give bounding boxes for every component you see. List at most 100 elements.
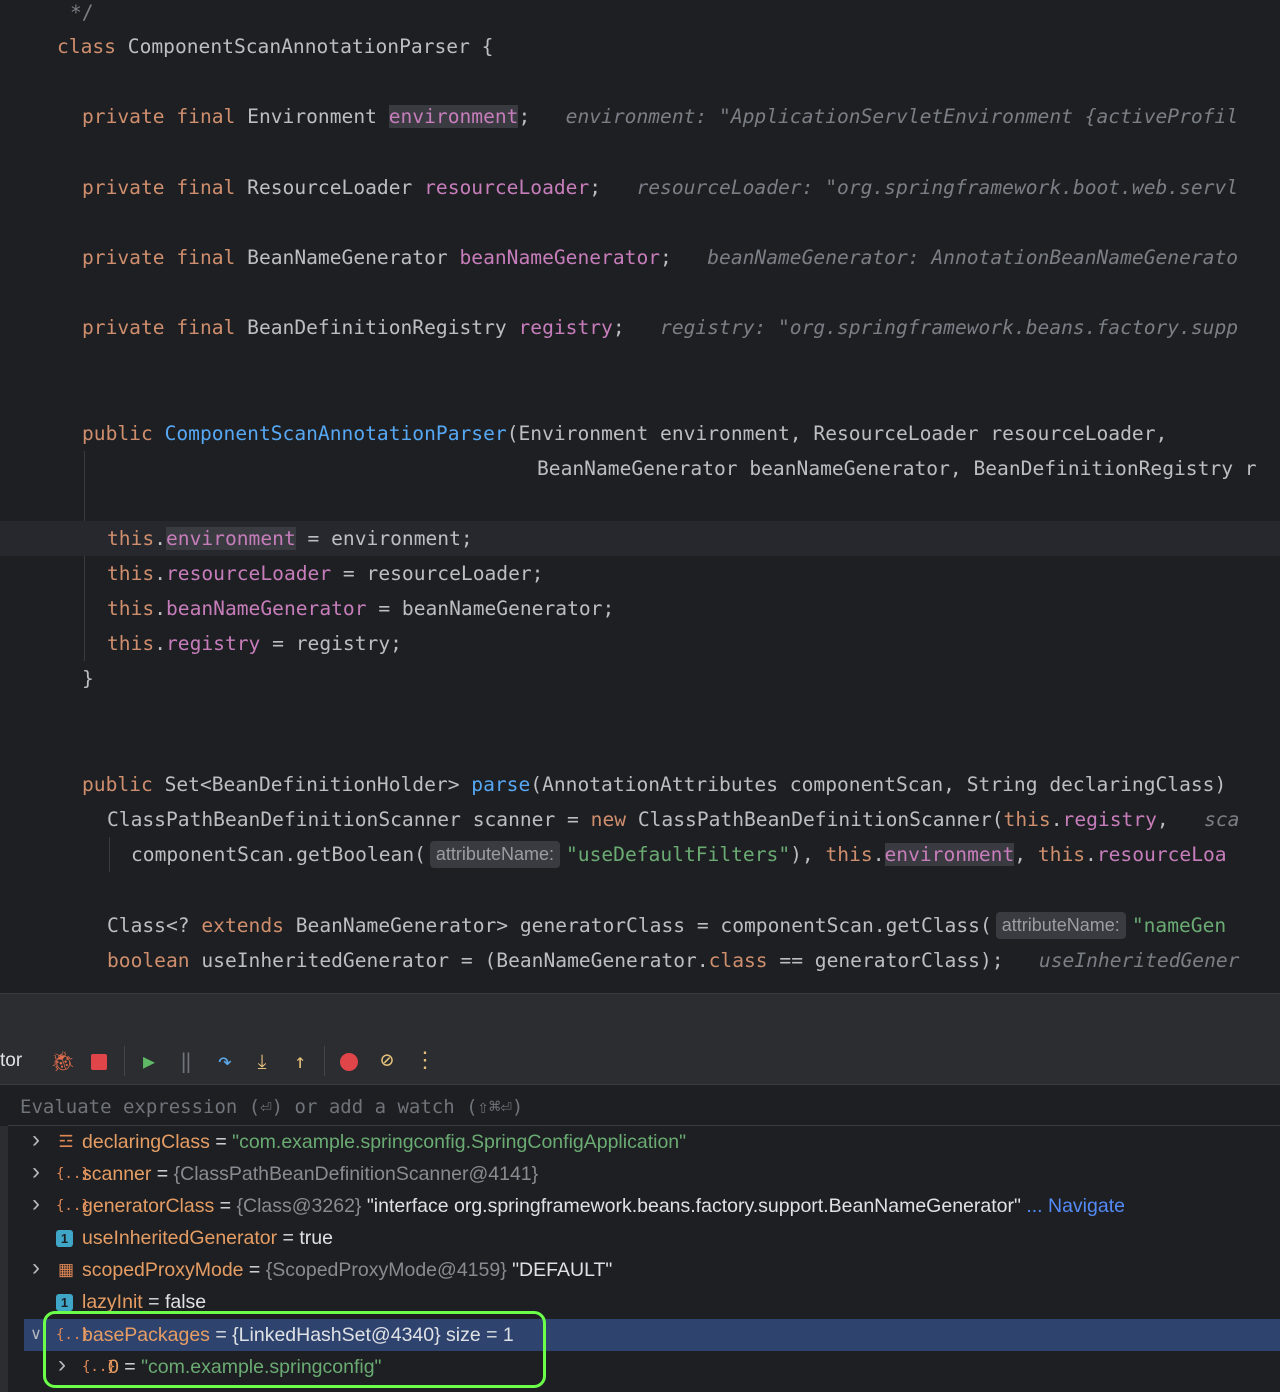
variable-value: true <box>299 1227 333 1249</box>
variable-equals: = <box>209 1131 233 1153</box>
variable-name: declaringClass <box>82 1131 210 1153</box>
code-line[interactable]: private final Environment environment; e… <box>82 99 1238 134</box>
variable-row[interactable]: 1 lazyInit = false <box>0 1286 1280 1318</box>
variable-text: useInheritedGenerator = true <box>82 1222 333 1254</box>
variable-text: scanner = {ClassPathBeanDefinitionScanne… <box>82 1158 538 1190</box>
object-icon: {..} <box>82 1359 116 1375</box>
code-editor[interactable]: */ class ComponentScanAnnotationParser {p… <box>0 0 1280 993</box>
code-token: this <box>107 527 155 550</box>
variable-equals: = <box>151 1163 174 1185</box>
indent-guide <box>84 451 85 661</box>
inline-debug-value: registry: "org.springframework.beans.fac… <box>624 316 1239 339</box>
code-token: extends <box>201 914 296 937</box>
step-out-button[interactable]: ↑ <box>287 1048 313 1074</box>
variable-row[interactable]: › {..} scanner = {ClassPathBeanDefinitionS… <box>0 1158 1280 1190</box>
pause-button[interactable]: ‖ <box>173 1048 199 1074</box>
code-line[interactable]: this.resourceLoader = resourceLoader; <box>107 556 543 591</box>
code-line[interactable]: public ComponentScanAnnotationParser(Env… <box>82 416 1167 451</box>
debug-tab-label[interactable]: tor <box>0 1050 22 1072</box>
variable-name: generatorClass <box>82 1195 215 1217</box>
code-line[interactable]: class ComponentScanAnnotationParser { <box>57 29 493 64</box>
code-token: (AnnotationAttributes componentScan, Str… <box>530 773 1227 796</box>
code-line[interactable]: componentScan.getBoolean(attributeName: "… <box>131 837 1227 872</box>
code-token: resourceLoader <box>424 176 590 199</box>
chevron-right-icon[interactable]: › <box>28 1126 44 1156</box>
variable-equals: = <box>214 1195 237 1217</box>
step-out-icon: ↑ <box>293 1049 307 1073</box>
editor-gutter[interactable] <box>0 0 50 993</box>
mute-breakpoints-button[interactable]: ⊘ <box>374 1048 400 1074</box>
chevron-down-icon[interactable]: ∨ <box>28 1319 44 1351</box>
variable-text: declaringClass = "com.example.springconf… <box>82 1126 686 1158</box>
object-icon: {..} <box>56 1198 90 1214</box>
navigate-link[interactable]: ... Navigate <box>1021 1195 1125 1217</box>
variable-equals: = <box>243 1259 266 1281</box>
code-token: class <box>708 949 768 972</box>
code-line[interactable]: ClassPathBeanDefinitionScanner scanner =… <box>107 802 1239 837</box>
chevron-right-icon[interactable]: › <box>28 1188 44 1220</box>
chevron-right-icon[interactable]: › <box>28 1156 44 1188</box>
code-token: = resourceLoader; <box>331 562 544 585</box>
code-token: BeanNameGenerator <box>247 246 460 269</box>
code-line[interactable]: this.registry = registry; <box>107 626 402 661</box>
code-line[interactable]: public Set<BeanDefinitionHolder> parse(A… <box>82 767 1226 802</box>
variable-text: lazyInit = false <box>82 1286 206 1318</box>
code-line[interactable]: Class<? extends BeanNameGenerator> gener… <box>107 908 1226 943</box>
stop-button[interactable] <box>86 1048 112 1074</box>
code-line[interactable]: } <box>82 661 94 696</box>
variable-row[interactable]: › ☲ declaringClass = "com.example.springco… <box>0 1126 1280 1158</box>
code-token: = registry; <box>260 632 402 655</box>
variable-text: scopedProxyMode = {ScopedProxyMode@4159}… <box>82 1254 612 1286</box>
step-into-button[interactable]: ⤓ <box>249 1048 275 1074</box>
code-line[interactable]: boolean useInheritedGenerator = (BeanNam… <box>107 943 1239 978</box>
variable-value: {LinkedHashSet@4340} size = 1 <box>232 1324 514 1346</box>
view-breakpoints-button[interactable] <box>336 1048 362 1074</box>
chevron-right-icon[interactable]: › <box>54 1349 70 1381</box>
code-line-current[interactable]: this.environment = environment; <box>0 521 1280 556</box>
code-token: environment <box>884 843 1015 866</box>
code-token: this <box>825 843 873 866</box>
code-token: environment <box>165 527 296 550</box>
parameter-hint: attributeName: <box>429 841 560 868</box>
code-token: ComponentScanAnnotationParser { <box>127 35 494 58</box>
toolbar-separator <box>124 1046 125 1076</box>
code-token: BeanNameGenerator beanNameGenerator, Bea… <box>537 457 1257 480</box>
code-token: registry <box>1062 808 1157 831</box>
variable-text: basePackages = {LinkedHashSet@4340} size… <box>82 1319 514 1351</box>
code-line[interactable]: private final ResourceLoader resourceLoa… <box>82 170 1238 205</box>
variable-text: 0 = "com.example.springconfig" <box>108 1351 381 1383</box>
variable-name: scanner <box>82 1163 152 1185</box>
indent-guide <box>109 837 110 872</box>
code-token: . <box>1050 808 1063 831</box>
code-line[interactable]: */ <box>70 0 94 30</box>
code-line[interactable]: BeanNameGenerator beanNameGenerator, Bea… <box>537 451 1257 486</box>
code-token: ClassPathBeanDefinitionScanner scanner = <box>107 808 591 831</box>
variable-equals: = <box>142 1291 165 1313</box>
stop-icon <box>91 1054 107 1070</box>
variable-name: basePackages <box>82 1324 210 1346</box>
variable-row[interactable]: › ▦ scopedProxyMode = {ScopedProxyMode@415… <box>0 1254 1280 1286</box>
panel-splitter[interactable] <box>0 993 1280 1038</box>
variable-row[interactable]: › {..} generatorClass = {Class@3262} "inte… <box>0 1190 1280 1222</box>
variable-row[interactable]: 1 useInheritedGenerator = true <box>0 1222 1280 1254</box>
code-token: this <box>1037 843 1086 866</box>
resume-button[interactable]: ▶︎ <box>136 1048 162 1074</box>
variable-equals: = <box>209 1324 233 1346</box>
step-over-button[interactable]: ↷ <box>212 1048 238 1074</box>
variable-row-selected[interactable]: ∨ {..} basePackages = {LinkedHashSet@4340}… <box>24 1319 1280 1351</box>
code-token: beanNameGenerator <box>165 597 367 620</box>
debug-toolbar: tor 🐞︎ ▶︎ ‖ ↷ ⤓ ↑ ⊘ ⋮ <box>0 1038 1280 1085</box>
code-token: beanNameGenerator <box>459 246 661 269</box>
code-line[interactable]: this.beanNameGenerator = beanNameGenerat… <box>107 591 614 626</box>
evaluate-expression-input[interactable]: Evaluate expression (⏎) or add a watch (… <box>8 1088 1280 1126</box>
bug-icon[interactable]: 🐞︎ <box>50 1048 76 1074</box>
mute-breakpoints-icon: ⊘ <box>380 1048 394 1073</box>
more-options-button[interactable]: ⋮ <box>412 1048 438 1074</box>
code-line[interactable]: private final BeanNameGenerator beanName… <box>82 240 1238 275</box>
field-icon: ☲ <box>58 1132 74 1151</box>
code-line[interactable]: private final BeanDefinitionRegistry reg… <box>82 310 1238 345</box>
variable-name: 0 <box>108 1356 119 1378</box>
variable-row[interactable]: › {..} 0 = "com.example.springconfig" <box>0 1351 1280 1383</box>
chevron-right-icon[interactable]: › <box>28 1252 44 1284</box>
enum-icon: ▦ <box>57 1260 75 1279</box>
